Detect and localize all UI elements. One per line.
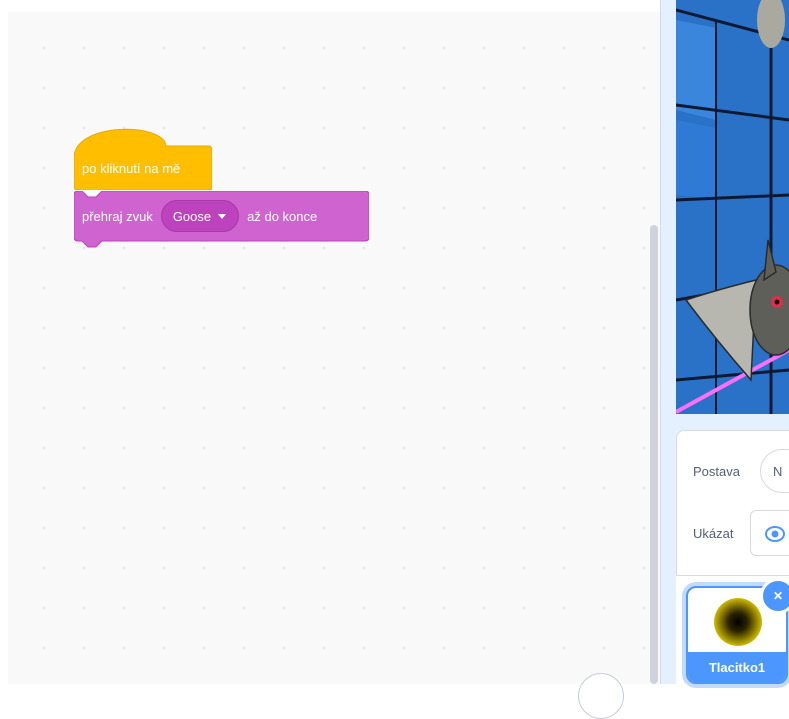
code-workspace[interactable] <box>8 12 660 684</box>
sound-block-suffix: až do konce <box>247 208 318 224</box>
sprite-thumbnail <box>714 598 762 646</box>
hat-block-shape <box>74 128 212 190</box>
delete-sprite-button[interactable]: ✕ <box>760 578 789 614</box>
sound-block-row: přehraj zvuk Goose až do konce <box>82 191 317 241</box>
when-sprite-clicked-block[interactable]: po kliknutí na mě <box>74 128 212 190</box>
zoom-button[interactable] <box>578 673 624 719</box>
show-sprite-button[interactable] <box>750 510 789 556</box>
hat-block-label: po kliknutí na mě <box>82 161 181 176</box>
trash-icon: ✕ <box>772 589 784 603</box>
sound-dropdown-value: Goose <box>172 208 212 224</box>
workspace-vertical-scrollbar[interactable] <box>650 225 658 684</box>
stage-backdrop <box>676 0 789 414</box>
sprite-name-value: N <box>773 463 783 479</box>
eye-icon <box>765 526 785 542</box>
sound-dropdown[interactable]: Goose <box>160 200 240 232</box>
sound-block-prefix: přehraj zvuk <box>82 208 153 224</box>
sprite-tile-name: Tlacitko1 <box>688 652 786 682</box>
play-sound-until-done-block[interactable]: přehraj zvuk Goose až do konce <box>74 191 369 249</box>
stage[interactable] <box>676 0 789 414</box>
caret-down-icon <box>218 214 227 219</box>
sprite-name-label: Postava <box>693 464 740 479</box>
show-label: Ukázat <box>693 526 734 541</box>
